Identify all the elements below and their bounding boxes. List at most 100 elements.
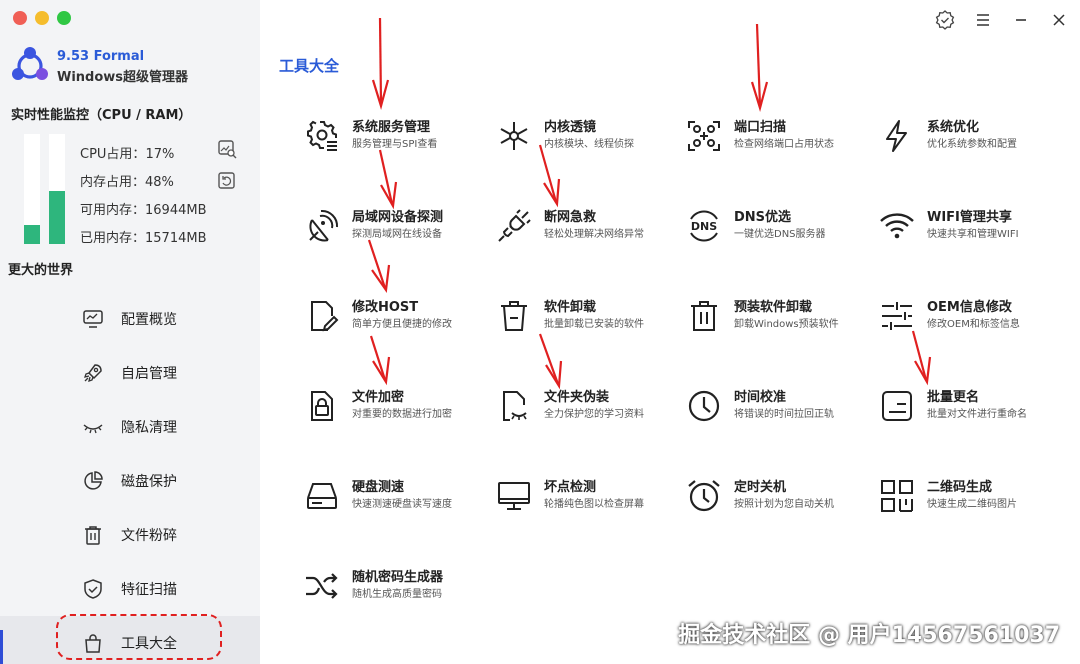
free-memory-label: 可用内存： — [80, 203, 146, 218]
sliders-icon — [882, 302, 912, 330]
tool-system-optimize[interactable]: 系统优化 优化系统参数和配置 — [879, 114, 1064, 158]
close-button[interactable] — [1048, 10, 1070, 30]
tool-name: 时间校准 — [734, 390, 787, 405]
tool-desc: 优化系统参数和配置 — [927, 139, 1017, 150]
verify-icon — [935, 10, 955, 30]
tool-name: 硬盘测速 — [352, 480, 405, 495]
tool-kernel-lens[interactable]: 内核透镜 内核模块、线程侦探 — [496, 114, 681, 158]
refresh-image-icon[interactable] — [217, 171, 237, 191]
tool-desc: 按照计划为您自动关机 — [734, 499, 834, 510]
tool-time-calibrate[interactable]: 时间校准 将错误的时间拉回正轨 — [686, 384, 871, 428]
tool-lan-device-detect[interactable]: 局域网设备探测 探测局域网在线设备 — [304, 204, 489, 248]
verify-button[interactable] — [934, 10, 956, 30]
lightning-icon — [886, 120, 907, 152]
used-memory-label: 已用内存： — [80, 231, 146, 246]
used-memory-stat: 已用内存：15714MB — [80, 227, 207, 255]
tool-name: 二维码生成 — [927, 480, 993, 495]
menu-button[interactable] — [972, 10, 994, 30]
tool-edit-host[interactable]: 修改HOST 简单方便且便捷的修改 — [304, 294, 489, 338]
sidebar-item-label: 配置概览 — [121, 312, 177, 328]
tool-dead-pixel-check[interactable]: 坏点检测 轮播纯色图以检查屏幕 — [496, 474, 681, 518]
tool-desc: 将错误的时间拉回正轨 — [734, 409, 834, 420]
sidebar-item-label: 隐私清理 — [121, 420, 177, 436]
sidebar-item-label: 文件粉碎 — [121, 528, 177, 544]
tool-qrcode-generate[interactable]: 二维码生成 快速生成二维码图片 — [879, 474, 1064, 518]
plug-icon — [498, 209, 531, 242]
sidebar-item-toolbox[interactable]: 工具大全 — [0, 616, 260, 664]
sidebar-item-startup[interactable]: 自启管理 — [0, 346, 260, 400]
file-lock-icon — [311, 391, 333, 421]
tool-desc: 轮播纯色图以检查屏幕 — [544, 499, 644, 510]
stats: CPU占用：17% 内存占用：48% 可用内存：16944MB 已用内存：157… — [80, 143, 207, 255]
tool-name: 修改HOST — [352, 300, 419, 315]
active-indicator — [0, 630, 3, 664]
tool-name: OEM信息修改 — [927, 300, 1012, 315]
annotation-arrow — [750, 23, 769, 112]
sidebar-item-config-overview[interactable]: 配置概览 — [0, 292, 260, 346]
window-controls — [934, 10, 1070, 30]
annotation-arrow — [369, 335, 391, 386]
ram-bar — [49, 134, 65, 244]
sidebar-item-label: 工具大全 — [121, 636, 177, 652]
file-disguise-icon — [503, 391, 527, 421]
clock-icon — [688, 390, 720, 422]
image-search-icon[interactable] — [217, 139, 237, 159]
tool-random-password[interactable]: 随机密码生成器 随机生成高质量密码 — [304, 564, 489, 608]
tool-name: 断网急救 — [544, 210, 597, 225]
tool-name: 系统优化 — [927, 120, 980, 135]
tool-port-scan[interactable]: 端口扫描 检查网络端口占用状态 — [686, 114, 871, 158]
tool-name: 坏点检测 — [544, 480, 597, 495]
preinstall-uninstall-icon — [691, 301, 717, 331]
free-memory-value: 16944MB — [145, 203, 207, 218]
watermark: 掘金技术社区 @ 用户14567561037 — [678, 623, 1060, 648]
tool-software-uninstall[interactable]: 软件卸载 批量卸载已安装的软件 — [496, 294, 681, 338]
free-memory-stat: 可用内存：16944MB — [80, 199, 207, 227]
sidebar-item-feature-scan[interactable]: 特征扫描 — [0, 562, 260, 616]
traffic-lights — [13, 11, 71, 25]
svg-text:DNS: DNS — [691, 220, 717, 233]
tool-dns-optimize[interactable]: DNS DNS优选 一键优选DNS服务器 — [686, 204, 871, 248]
cpu-bar — [24, 134, 40, 244]
app-window: 9.53 Formal Windows超级管理器 实时性能监控（CPU / RA… — [0, 0, 1080, 664]
tool-folder-disguise[interactable]: 文件夹伪装 全力保护您的学习资料 — [496, 384, 681, 428]
sidebar-item-file-shred[interactable]: 文件粉碎 — [0, 508, 260, 562]
minimize-button[interactable] — [1010, 10, 1032, 30]
closed-eye-icon — [83, 424, 103, 434]
sidebar-item-privacy-clean[interactable]: 隐私清理 — [0, 400, 260, 454]
tool-name: 软件卸载 — [544, 300, 597, 315]
close-window-button[interactable] — [13, 11, 27, 25]
ram-bar-fill — [49, 191, 65, 244]
ram-label: 内存占用： — [80, 175, 146, 190]
tool-name: 文件加密 — [352, 390, 405, 405]
radar-icon — [309, 209, 339, 242]
usage-bars — [24, 134, 65, 244]
tool-scheduled-shutdown[interactable]: 定时关机 按照计划为您自动关机 — [686, 474, 871, 518]
tool-file-encrypt[interactable]: 文件加密 对重要的数据进行加密 — [304, 384, 489, 428]
sidebar-item-disk-protect[interactable]: 磁盘保护 — [0, 454, 260, 508]
tool-preinstall-uninstall[interactable]: 预装软件卸载 卸载Windows预装软件 — [686, 294, 871, 338]
cpu-label: CPU占用： — [80, 147, 146, 162]
file-edit-icon — [311, 301, 339, 332]
tool-desc: 快速生成二维码图片 — [927, 499, 1017, 510]
tool-disk-speed[interactable]: 硬盘测速 快速测速硬盘读写速度 — [304, 474, 489, 518]
cpu-bar-fill — [24, 225, 40, 244]
tool-desc: 检查网络端口占用状态 — [734, 139, 834, 150]
sidebar-item-label: 自启管理 — [121, 366, 177, 382]
tool-desc: 批量卸载已安装的软件 — [544, 319, 644, 330]
bag-icon — [85, 634, 101, 653]
uninstall-icon — [501, 301, 527, 331]
tool-wifi-share[interactable]: WIFI管理共享 快速共享和管理WIFI — [879, 204, 1064, 248]
rename-icon — [882, 391, 912, 421]
rocket-icon — [84, 364, 102, 382]
cpu-value: 17% — [145, 147, 175, 162]
tool-oem-edit[interactable]: OEM信息修改 修改OEM和标签信息 — [879, 294, 1064, 338]
sidebar-nav: 配置概览 自启管理 隐私清理 磁盘保护 文件粉碎 特征扫描 工具大全 — [0, 292, 260, 664]
tool-system-service[interactable]: 系统服务管理 服务管理与SPI查看 — [304, 114, 489, 158]
wifi-icon — [880, 213, 914, 239]
minimize-window-button[interactable] — [35, 11, 49, 25]
tool-network-rescue[interactable]: 断网急救 轻松处理解决网络异常 — [496, 204, 681, 248]
app-name: Windows超级管理器 — [57, 70, 189, 85]
zoom-window-button[interactable] — [57, 11, 71, 25]
tool-name: DNS优选 — [734, 210, 792, 225]
tool-batch-rename[interactable]: 批量更名 批量对文件进行重命名 — [879, 384, 1064, 428]
